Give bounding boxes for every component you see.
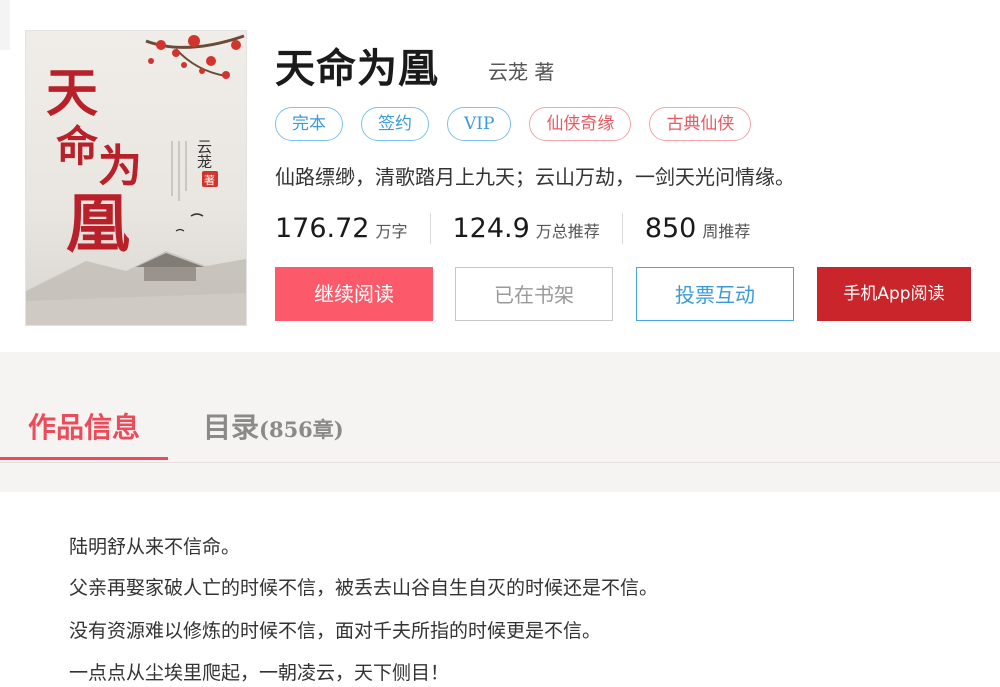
description-line: 父亲再娶家破人亡的时候不信，被丢去山谷自生自灭的时候还是不信。 [69,577,659,599]
cover-author: 云茏 [195,139,213,169]
tag-genre-xianxia-romance[interactable]: 仙侠奇缘 [529,107,632,141]
cover-title-char: 凰 [66,187,130,262]
book-author[interactable]: 云茏 著 [488,56,554,85]
tab-bar: 作品信息 目录(856章) [0,400,1000,463]
description-line: 陆明舒从来不信命。 [69,536,241,558]
stat-value: 850 [644,212,697,244]
tag-vip[interactable]: VIP [447,107,512,141]
cover-title-char: 为 [98,141,142,192]
cover-title-char: 命 [56,122,98,171]
stat-unit: 万字 [375,221,408,241]
cover-title-char: 天 [46,63,98,124]
tag-finished[interactable]: 完本 [275,107,343,141]
vote-button[interactable]: 投票互动 [636,267,794,321]
description-line: 没有资源难以修炼的时候不信，面对千夫所指的时候更是不信。 [69,620,602,642]
tab-catalog-label: 目录 [203,411,260,444]
cover-art: 天 命 为 凰 云茏 著 [26,31,246,325]
stat-word-count: 176.72 万字 [275,213,430,244]
active-tab-indicator [0,457,168,460]
description-line: 一点点从尘埃里爬起，一朝凌云，天下侧目！ [69,662,450,684]
tag-genre-classic-xianxia[interactable]: 古典仙侠 [649,107,752,141]
tag-signed[interactable]: 签约 [361,107,429,141]
stat-value: 176.72 [275,212,370,244]
on-shelf-button[interactable]: 已在书架 [455,267,613,321]
book-stats: 176.72 万字 124.9 万总推荐 850 周推荐 [275,208,772,248]
book-description: 陆明舒从来不信命。 父亲再娶家破人亡的时候不信，被丢去山谷自生自灭的时候还是不信… [0,492,1000,687]
app-read-button[interactable]: 手机App阅读 [817,267,971,321]
continue-reading-button[interactable]: 继续阅读 [275,267,433,321]
tab-catalog[interactable]: 目录(856章) [203,406,344,446]
stat-unit: 万总推荐 [535,221,600,241]
book-intro: 仙路缥缈，清歌踏月上九天；云山万劫，一剑天光问情缘。 [275,165,795,189]
side-strip [0,0,10,50]
book-cover[interactable]: 天 命 为 凰 云茏 著 [25,30,247,326]
tag-list: 完本 签约 VIP 仙侠奇缘 古典仙侠 [275,107,752,143]
tab-book-info[interactable]: 作品信息 [28,406,140,446]
stat-unit: 周推荐 [702,221,751,241]
stat-value: 124.9 [452,212,530,244]
stat-weekly-recommend: 850 周推荐 [621,212,773,244]
book-title: 天命为凰 [275,46,439,92]
chapter-count: (856章) [259,417,344,442]
cover-seal: 著 [204,173,215,187]
stat-total-recommend: 124.9 万总推荐 [429,212,622,244]
